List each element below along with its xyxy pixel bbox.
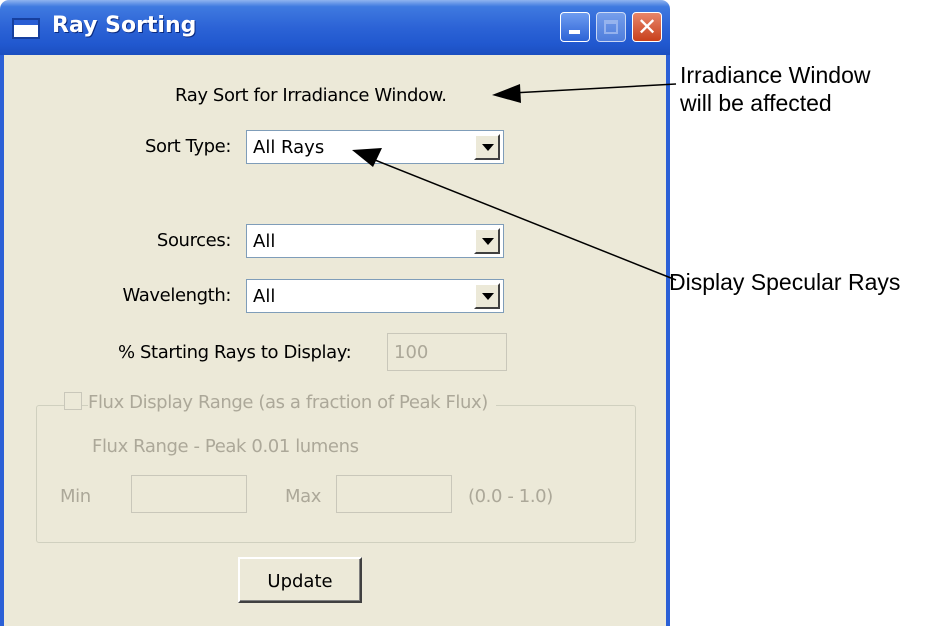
callout-arrows <box>352 83 677 281</box>
specular-arrow-line <box>369 157 677 281</box>
specular-arrowhead <box>352 148 382 167</box>
irradiance-arrowhead <box>492 84 521 103</box>
irradiance-arrow-line <box>511 83 677 94</box>
